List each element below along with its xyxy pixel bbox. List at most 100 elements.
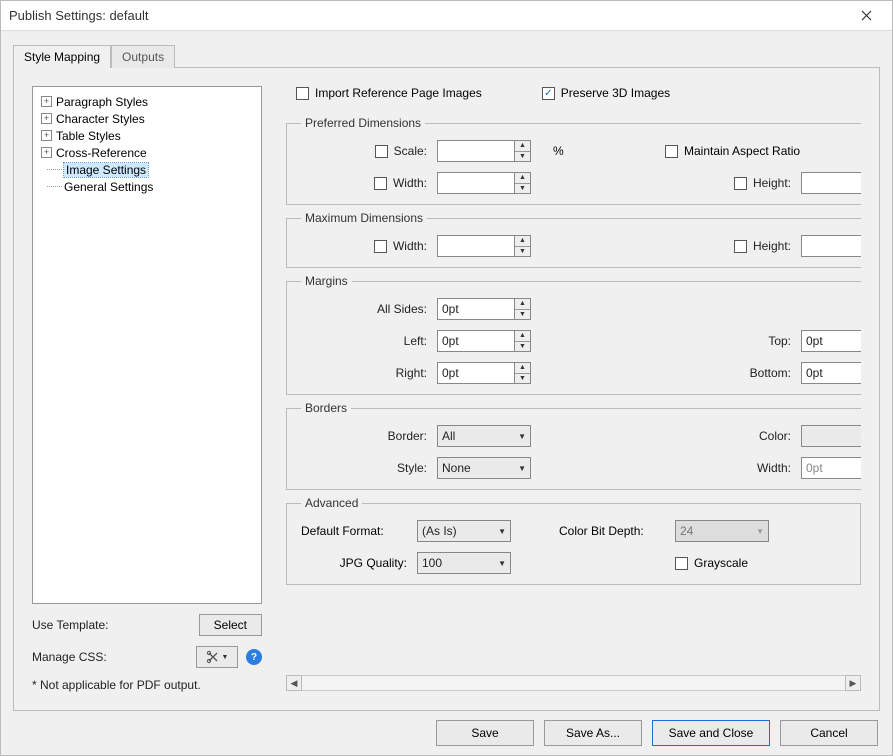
chevron-up-icon: ▲ [515,331,530,342]
scale-input[interactable] [437,140,515,162]
scroll-left-icon[interactable]: ◀ [286,675,302,691]
margin-right-spinner[interactable]: ▲▼ [515,362,531,384]
use-template-label: Use Template: [32,618,191,632]
group-legend: Preferred Dimensions [301,116,425,130]
import-reference-checkbox[interactable]: Import Reference Page Images [296,86,482,100]
margin-left-input[interactable] [437,330,515,352]
not-applicable-note: * Not applicable for PDF output. [32,678,262,692]
close-button[interactable] [848,3,884,29]
all-sides-spinner[interactable]: ▲▼ [515,298,531,320]
max-width-checkbox[interactable]: Width: [301,239,431,253]
all-sides-input[interactable] [437,298,515,320]
tab-label: Outputs [122,50,164,64]
chevron-down-icon: ▼ [515,247,530,257]
chevron-down-icon: ▼ [498,527,506,536]
checkbox-icon [734,240,747,253]
chevron-up-icon: ▲ [515,236,530,247]
tree-label: General Settings [64,180,153,194]
percent-label: % [553,144,573,158]
window-title: Publish Settings: default [9,8,148,23]
left-column: + Paragraph Styles +Character Styles +Tab… [32,86,262,692]
margin-left-spinner[interactable]: ▲▼ [515,330,531,352]
tree-item-paragraph-styles[interactable]: + Paragraph Styles [37,93,257,110]
border-width-input[interactable] [801,457,861,479]
checkbox-label: Width: [393,176,427,190]
tree-item-character-styles[interactable]: +Character Styles [37,110,257,127]
left-controls: Use Template: Select Manage CSS: ▼ ? * N… [32,614,262,692]
border-select[interactable]: All▼ [437,425,531,447]
max-width-input[interactable] [437,235,515,257]
preserve-3d-checkbox[interactable]: ✓ Preserve 3D Images [542,86,670,100]
tab-style-mapping[interactable]: Style Mapping [13,45,111,68]
tree-item-image-settings[interactable]: Image Settings [37,161,257,178]
horizontal-scrollbar[interactable]: ◀ ▶ [286,674,861,692]
help-icon[interactable]: ? [246,649,262,665]
advanced-group: Advanced Default Format: (As Is)▼ Color … [286,496,861,585]
manage-css-button[interactable]: ▼ [196,646,238,668]
tree-label: Paragraph Styles [56,95,148,109]
scale-checkbox[interactable]: Scale: [301,144,431,158]
chevron-down-icon: ▼ [222,654,229,661]
scroll-track[interactable] [302,675,845,691]
pref-width-checkbox[interactable]: Width: [301,176,431,190]
save-and-close-button[interactable]: Save and Close [652,720,770,746]
jpg-quality-select[interactable]: 100▼ [417,552,511,574]
border-color-select[interactable]: ▼ [801,425,861,447]
expand-icon[interactable]: + [41,130,52,141]
default-format-label: Default Format: [301,524,411,538]
tree-label: Image Settings [64,163,148,177]
scroll-right-icon[interactable]: ▶ [845,675,861,691]
scissors-icon [206,650,220,664]
checkbox-icon [675,557,688,570]
border-style-select[interactable]: None▼ [437,457,531,479]
margin-top-input[interactable] [801,330,861,352]
margin-bottom-input[interactable] [801,362,861,384]
chevron-down-icon: ▼ [515,184,530,194]
pref-height-checkbox[interactable]: Height: [665,176,795,190]
checkbox-label: Width: [393,239,427,253]
checkbox-label: Height: [753,176,791,190]
max-height-checkbox[interactable]: Height: [665,239,795,253]
save-button[interactable]: Save [436,720,534,746]
checkbox-checked-icon: ✓ [542,87,555,100]
tree-label: Cross-Reference [56,146,147,160]
select-template-button[interactable]: Select [199,614,262,636]
border-width-label: Width: [665,461,795,475]
settings-tree[interactable]: + Paragraph Styles +Character Styles +Tab… [32,86,262,604]
content-area: Style Mapping Outputs + Paragraph Styles … [1,31,892,711]
max-width-spinner[interactable]: ▲▼ [515,235,531,257]
scale-spinner[interactable]: ▲▼ [515,140,531,162]
grayscale-checkbox[interactable]: Grayscale [675,556,785,570]
select-value: None [442,461,471,475]
group-legend: Margins [301,274,352,288]
save-as-button[interactable]: Save As... [544,720,642,746]
expand-icon[interactable]: + [41,113,52,124]
titlebar: Publish Settings: default [1,1,892,31]
cancel-button[interactable]: Cancel [780,720,878,746]
group-legend: Maximum Dimensions [301,211,427,225]
tree-item-general-settings[interactable]: General Settings [37,178,257,195]
chevron-down-icon: ▼ [756,527,764,536]
default-format-select[interactable]: (As Is) ▼ [417,520,511,542]
maintain-aspect-checkbox[interactable]: Maintain Aspect Ratio [665,144,861,158]
checkbox-label: Scale: [394,144,427,158]
margin-right-input[interactable] [437,362,515,384]
tab-row: Style Mapping Outputs [13,41,880,67]
expand-icon[interactable]: + [41,96,52,107]
chevron-down-icon: ▼ [515,374,530,384]
pref-height-input[interactable] [801,172,861,194]
tab-panel: + Paragraph Styles +Character Styles +Tab… [13,67,880,711]
chevron-down-icon: ▼ [498,559,506,568]
pref-width-spinner[interactable]: ▲▼ [515,172,531,194]
max-height-input[interactable] [801,235,861,257]
tab-outputs[interactable]: Outputs [111,45,175,68]
expand-icon[interactable]: + [41,147,52,158]
close-icon [861,10,872,21]
select-value: (As Is) [422,524,457,538]
tree-item-table-styles[interactable]: +Table Styles [37,127,257,144]
pref-width-input[interactable] [437,172,515,194]
tree-item-cross-reference[interactable]: + Cross-Reference [37,144,257,161]
right-column: Import Reference Page Images ✓ Preserve … [286,86,861,692]
checkbox-label: Maintain Aspect Ratio [684,144,800,158]
color-bit-depth-select[interactable]: 24▼ [675,520,769,542]
